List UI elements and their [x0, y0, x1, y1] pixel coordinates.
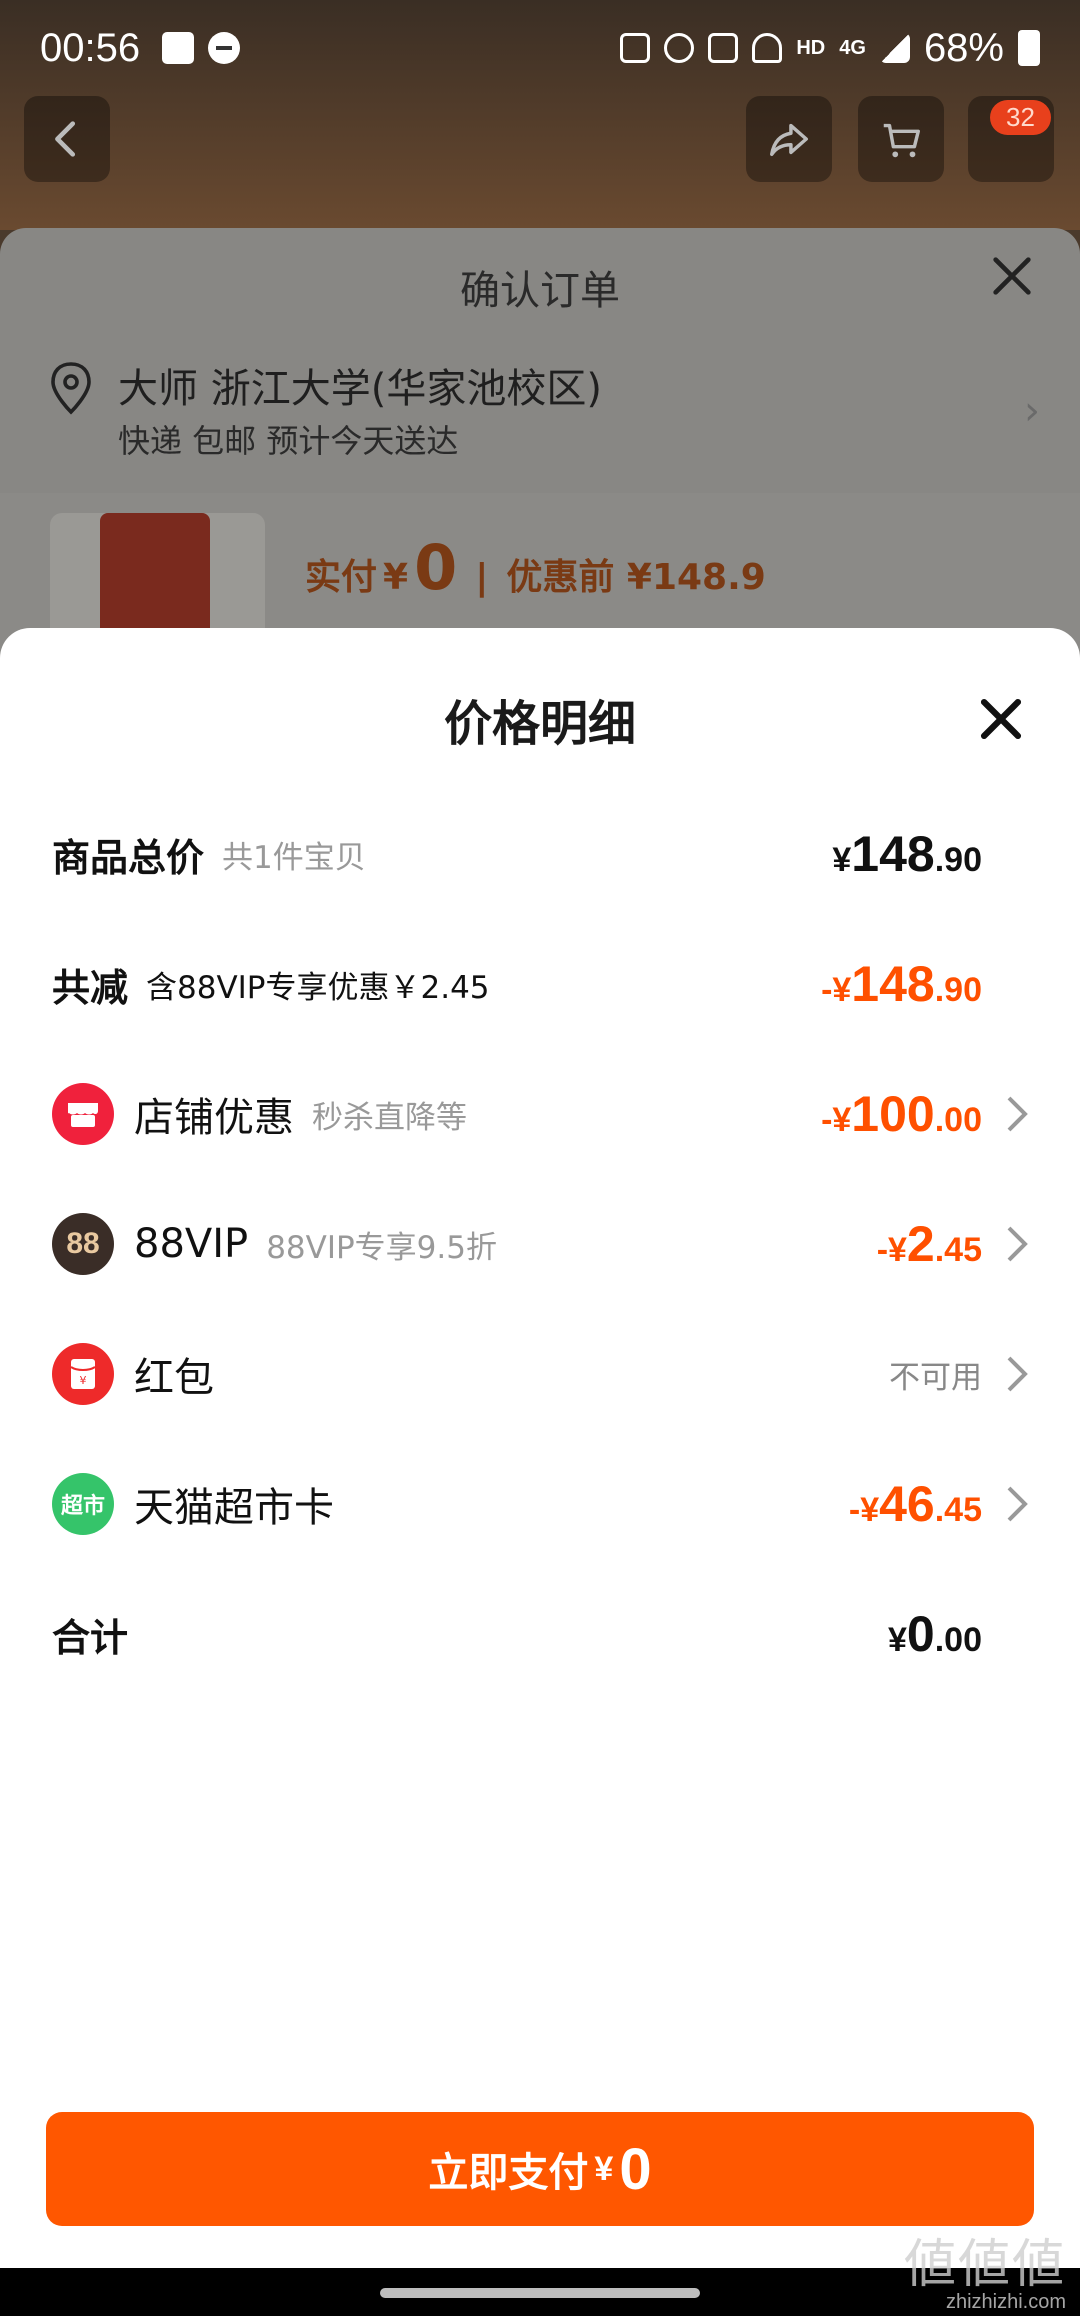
amount-integer: 148: [851, 956, 935, 1012]
row-goods-total: 商品总价 共1件宝贝 ¥ 148 .90: [52, 814, 1030, 894]
watermark: 値値値 zhizhizhi.com: [904, 2239, 1066, 2314]
row-amount: -¥ 2 .45: [877, 1215, 982, 1273]
chevron-right-icon: [1007, 1096, 1028, 1132]
amount-decimal: .90: [934, 971, 982, 1009]
signal-icon: [879, 33, 910, 63]
amount-integer: 2: [906, 1216, 935, 1272]
row-label: 店铺优惠: [134, 1095, 294, 1141]
cart-button[interactable]: [858, 96, 944, 182]
watermark-logo: 値値値: [903, 2236, 1066, 2294]
gallery-notification-icon: [162, 32, 195, 64]
row-label: 天猫超市卡: [134, 1485, 334, 1531]
row-amount: -¥ 148 .90: [821, 955, 982, 1013]
paid-currency: ¥: [383, 557, 409, 598]
row-status: 不可用: [889, 1359, 982, 1396]
wifi-icon: [752, 33, 783, 63]
amount-currency: -¥: [848, 1491, 880, 1529]
home-indicator[interactable]: [380, 2288, 700, 2298]
alarm-icon: [664, 33, 695, 63]
amount-decimal: .00: [934, 1621, 982, 1659]
watermark-url: zhizhizhi.com: [945, 2291, 1066, 2313]
store-icon: [52, 1083, 114, 1145]
location-pin-icon: [51, 362, 91, 415]
cart-count-badge: 32: [990, 100, 1051, 135]
pay-button-currency: ¥: [594, 2149, 614, 2188]
row-88vip[interactable]: 88 88VIP 88VIP专享9.5折 -¥ 2 .45: [52, 1204, 1030, 1284]
svg-text:¥: ¥: [80, 1374, 87, 1387]
chevron-right-icon: [1007, 1486, 1028, 1522]
amount-currency: ¥: [832, 841, 852, 879]
row-sub: 含88VIP专享优惠￥2.45: [146, 969, 490, 1006]
chevron-right-icon: [1007, 1356, 1028, 1392]
chevron-left-icon: [55, 121, 76, 157]
share-button[interactable]: [746, 96, 832, 182]
battery-saver-icon: [620, 33, 651, 63]
network-4g-label: 4G: [839, 36, 866, 59]
chevron-right-icon: [1007, 1226, 1028, 1262]
amount-integer: 148: [851, 826, 935, 882]
mute-icon: [708, 33, 739, 63]
pay-button-label: 立即支付: [428, 2150, 589, 2196]
amount-decimal: .00: [934, 1101, 982, 1139]
row-label: 共减: [52, 965, 129, 1010]
delivery-info: 快递 包邮 预计今天送达: [118, 422, 459, 460]
amount-currency: ¥: [888, 1621, 907, 1659]
confirm-order-sheet: 确认订单 大师 浙江大学(华家池校区) 快递 包邮 预计今天送达 › 实付 ¥ …: [0, 228, 1080, 668]
amount-currency: -¥: [876, 1231, 907, 1269]
status-time: 00:56: [40, 25, 141, 70]
address-row[interactable]: 大师 浙江大学(华家池校区) 快递 包邮 预计今天送达 ›: [46, 348, 1040, 488]
row-label: 88VIP: [134, 1221, 249, 1267]
row-amount: ¥ 0 .00: [888, 1605, 982, 1663]
row-total-discount: 共减 含88VIP专享优惠￥2.45 -¥ 148 .90: [52, 944, 1030, 1024]
amount-decimal: .45: [934, 1231, 982, 1269]
before-discount-price: 优惠前 ¥148.9: [506, 557, 766, 598]
amount-integer: 0: [906, 1606, 935, 1662]
paid-summary: 实付 ¥ 0 | 优惠前 ¥148.9: [305, 531, 766, 604]
amount-integer: 46: [879, 1476, 935, 1532]
row-amount: -¥ 46 .45: [849, 1475, 982, 1533]
paid-label: 实付: [305, 557, 378, 598]
row-sub: 88VIP专享9.5折: [266, 1229, 497, 1266]
row-sub: 共1件宝贝: [222, 839, 366, 876]
back-button[interactable]: [24, 96, 110, 182]
amount-currency: -¥: [821, 1101, 852, 1139]
row-label: 合计: [52, 1615, 129, 1660]
tmall-supermarket-icon: 超市: [52, 1473, 114, 1535]
row-label: 红包: [134, 1355, 214, 1401]
row-total: 合计 ¥ 0 .00: [52, 1594, 1030, 1674]
amount-currency: -¥: [821, 971, 852, 1009]
address-name: 大师 浙江大学(华家池校区): [118, 366, 602, 412]
row-amount: ¥ 148 .90: [832, 825, 982, 883]
vip-88-icon: 88: [52, 1213, 114, 1275]
confirm-order-title: 确认订单: [460, 268, 620, 314]
cart-icon: [883, 123, 920, 158]
row-sub: 秒杀直降等: [312, 1099, 467, 1136]
network-hd-label: HD: [796, 36, 826, 59]
amount-decimal: .90: [934, 841, 982, 879]
paid-value: 0: [414, 531, 458, 604]
price-detail-modal: 价格明细 商品总价 共1件宝贝 ¥ 148 .90 共减 含88VIP专享优惠￥…: [0, 628, 1080, 2268]
row-amount: -¥ 100 .00: [821, 1085, 982, 1143]
pay-now-button[interactable]: 立即支付 ¥ 0: [46, 2112, 1034, 2226]
status-bar: 00:56 HD 4G 68%: [0, 0, 1080, 96]
chevron-right-icon: ›: [1024, 388, 1040, 434]
do-not-disturb-icon: [208, 32, 241, 64]
battery-icon: [1018, 30, 1040, 66]
pay-button-value: 0: [619, 2136, 652, 2202]
row-red-envelope[interactable]: ¥ 红包 不可用: [52, 1334, 1030, 1414]
row-label: 商品总价: [52, 835, 205, 880]
close-icon[interactable]: [984, 248, 1040, 304]
close-icon[interactable]: [972, 690, 1030, 748]
amount-decimal: .45: [934, 1491, 982, 1529]
price-detail-title: 价格明细: [443, 696, 636, 752]
red-envelope-icon: ¥: [52, 1343, 114, 1405]
amount-integer: 100: [851, 1086, 935, 1142]
battery-percent: 68%: [923, 25, 1004, 70]
row-tmall-supermarket-card[interactable]: 超市 天猫超市卡 -¥ 46 .45: [52, 1464, 1030, 1544]
share-icon: [770, 123, 808, 157]
row-store-discount[interactable]: 店铺优惠 秒杀直降等 -¥ 100 .00: [52, 1074, 1030, 1154]
separator: |: [475, 557, 489, 598]
